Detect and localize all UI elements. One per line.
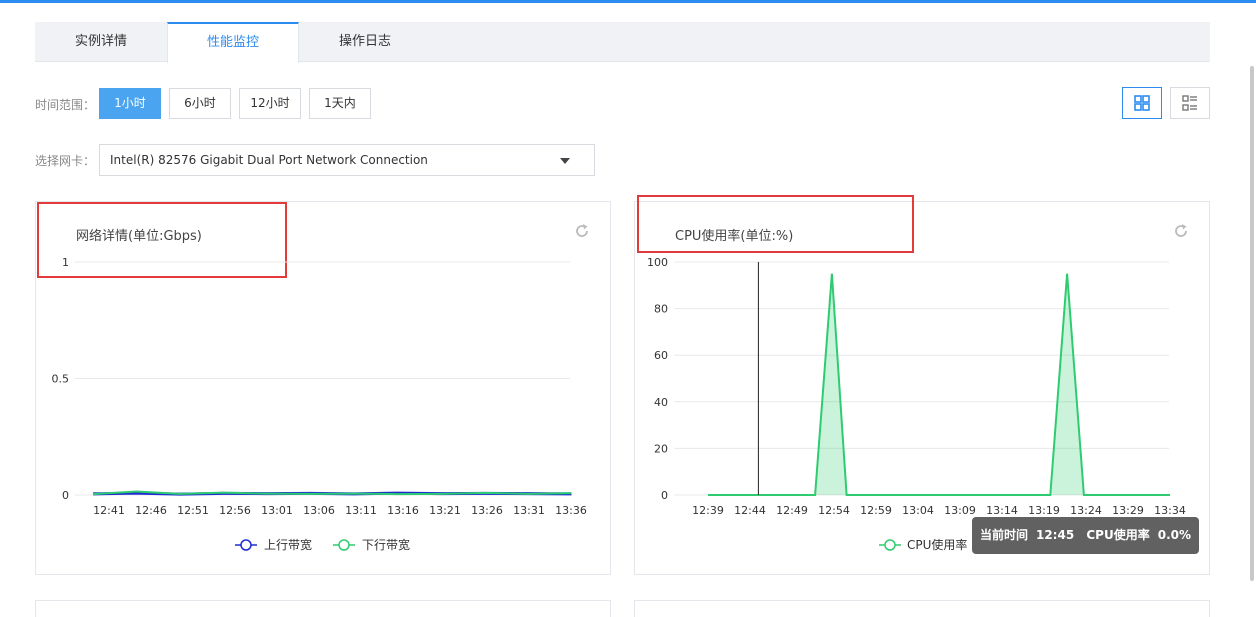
chart-tooltip: 当前时间 12:45 CPU使用率 0.0% <box>972 517 1199 554</box>
nic-select-label: 选择网卡： <box>35 154 96 168</box>
legend-marker <box>338 539 350 551</box>
refresh-icon[interactable] <box>1172 222 1190 240</box>
x-tick-label: 13:21 <box>429 504 461 517</box>
x-tick-label: 12:59 <box>860 504 892 517</box>
tooltip-time: 12:45 <box>1035 528 1075 542</box>
x-tick-label: 12:44 <box>734 504 766 517</box>
y-tick-label: 40 <box>654 396 668 409</box>
x-tick-label: 13:14 <box>986 504 1018 517</box>
nic-select[interactable]: Intel(R) 82576 Gigabit Dual Port Network… <box>99 144 595 176</box>
x-tick-label: 13:16 <box>387 504 419 517</box>
x-tick-label: 12:56 <box>219 504 251 517</box>
series-line <box>708 273 1170 496</box>
x-tick-label: 13:09 <box>944 504 976 517</box>
grid-view-icon <box>1134 95 1150 111</box>
x-tick-label: 12:41 <box>93 504 125 517</box>
y-tick-label: 1 <box>62 256 69 269</box>
y-tick-label: 0.5 <box>52 373 70 386</box>
x-tick-label: 13:19 <box>1028 504 1060 517</box>
x-tick-label: 13:11 <box>345 504 377 517</box>
y-tick-label: 80 <box>654 303 668 316</box>
tab-instance-details[interactable]: 实例详情 <box>35 22 167 62</box>
x-tick-label: 13:01 <box>261 504 293 517</box>
tab-performance-monitoring[interactable]: 性能监控 <box>167 22 299 63</box>
tab-operation-log[interactable]: 操作日志 <box>299 22 431 62</box>
top-accent-bar <box>0 0 1256 3</box>
x-tick-label: 13:34 <box>1154 504 1186 517</box>
time-range-label: 时间范围： <box>35 98 96 112</box>
x-tick-label: 13:26 <box>471 504 503 517</box>
y-tick-label: 0 <box>661 489 668 502</box>
bottom-panel-left <box>35 600 611 617</box>
nic-select-value: Intel(R) 82576 Gigabit Dual Port Network… <box>110 153 428 167</box>
grid-view-button[interactable] <box>1122 87 1162 119</box>
x-tick-label: 13:04 <box>902 504 934 517</box>
time-range-12h-button[interactable]: 12小时 <box>239 88 301 119</box>
x-tick-label: 13:36 <box>555 504 587 517</box>
y-tick-label: 60 <box>654 349 668 362</box>
x-tick-label: 13:24 <box>1070 504 1102 517</box>
y-tick-label: 0 <box>62 489 69 502</box>
x-tick-label: 12:49 <box>776 504 808 517</box>
x-tick-label: 13:31 <box>513 504 545 517</box>
vertical-scrollbar[interactable] <box>1250 66 1254 581</box>
list-view-icon <box>1182 95 1197 111</box>
network-chart: 0 0.5 1 12:41 12:46 12:51 12:56 13:01 13:06 13:11… <box>52 256 587 552</box>
legend-label: 上行带宽 <box>264 537 312 552</box>
bottom-panel-right <box>634 600 1210 617</box>
tooltip-value: 0.0% <box>1157 528 1192 542</box>
series-area <box>708 273 1170 495</box>
y-tick-label: 100 <box>647 256 668 269</box>
page: 实例详情 性能监控 操作日志 时间范围： 1小时 6小时 12小时 1天内 选择… <box>0 0 1256 617</box>
tooltip-time-label: 当前时间 <box>979 528 1028 542</box>
tooltip-metric: CPU使用率 <box>1086 528 1150 542</box>
series-line <box>92 490 572 496</box>
tab-bar: 实例详情 性能监控 操作日志 <box>35 22 1210 63</box>
time-range-1h-button[interactable]: 1小时 <box>99 88 161 119</box>
y-tick-label: 20 <box>654 442 668 455</box>
time-range-6h-button[interactable]: 6小时 <box>169 88 231 119</box>
refresh-icon[interactable] <box>573 222 591 240</box>
legend-label: CPU使用率 <box>907 537 967 552</box>
legend-marker <box>884 539 896 551</box>
x-tick-label: 12:46 <box>135 504 167 517</box>
x-tick-label: 13:29 <box>1112 504 1144 517</box>
legend-label: 下行带宽 <box>362 537 410 552</box>
chevron-down-icon <box>560 158 570 164</box>
x-tick-label: 12:54 <box>818 504 850 517</box>
x-tick-label: 12:39 <box>692 504 724 517</box>
time-range-1d-button[interactable]: 1天内 <box>309 88 371 119</box>
legend-marker <box>240 539 252 551</box>
x-tick-label: 13:06 <box>303 504 335 517</box>
list-view-button[interactable] <box>1170 87 1210 119</box>
x-tick-label: 12:51 <box>177 504 209 517</box>
